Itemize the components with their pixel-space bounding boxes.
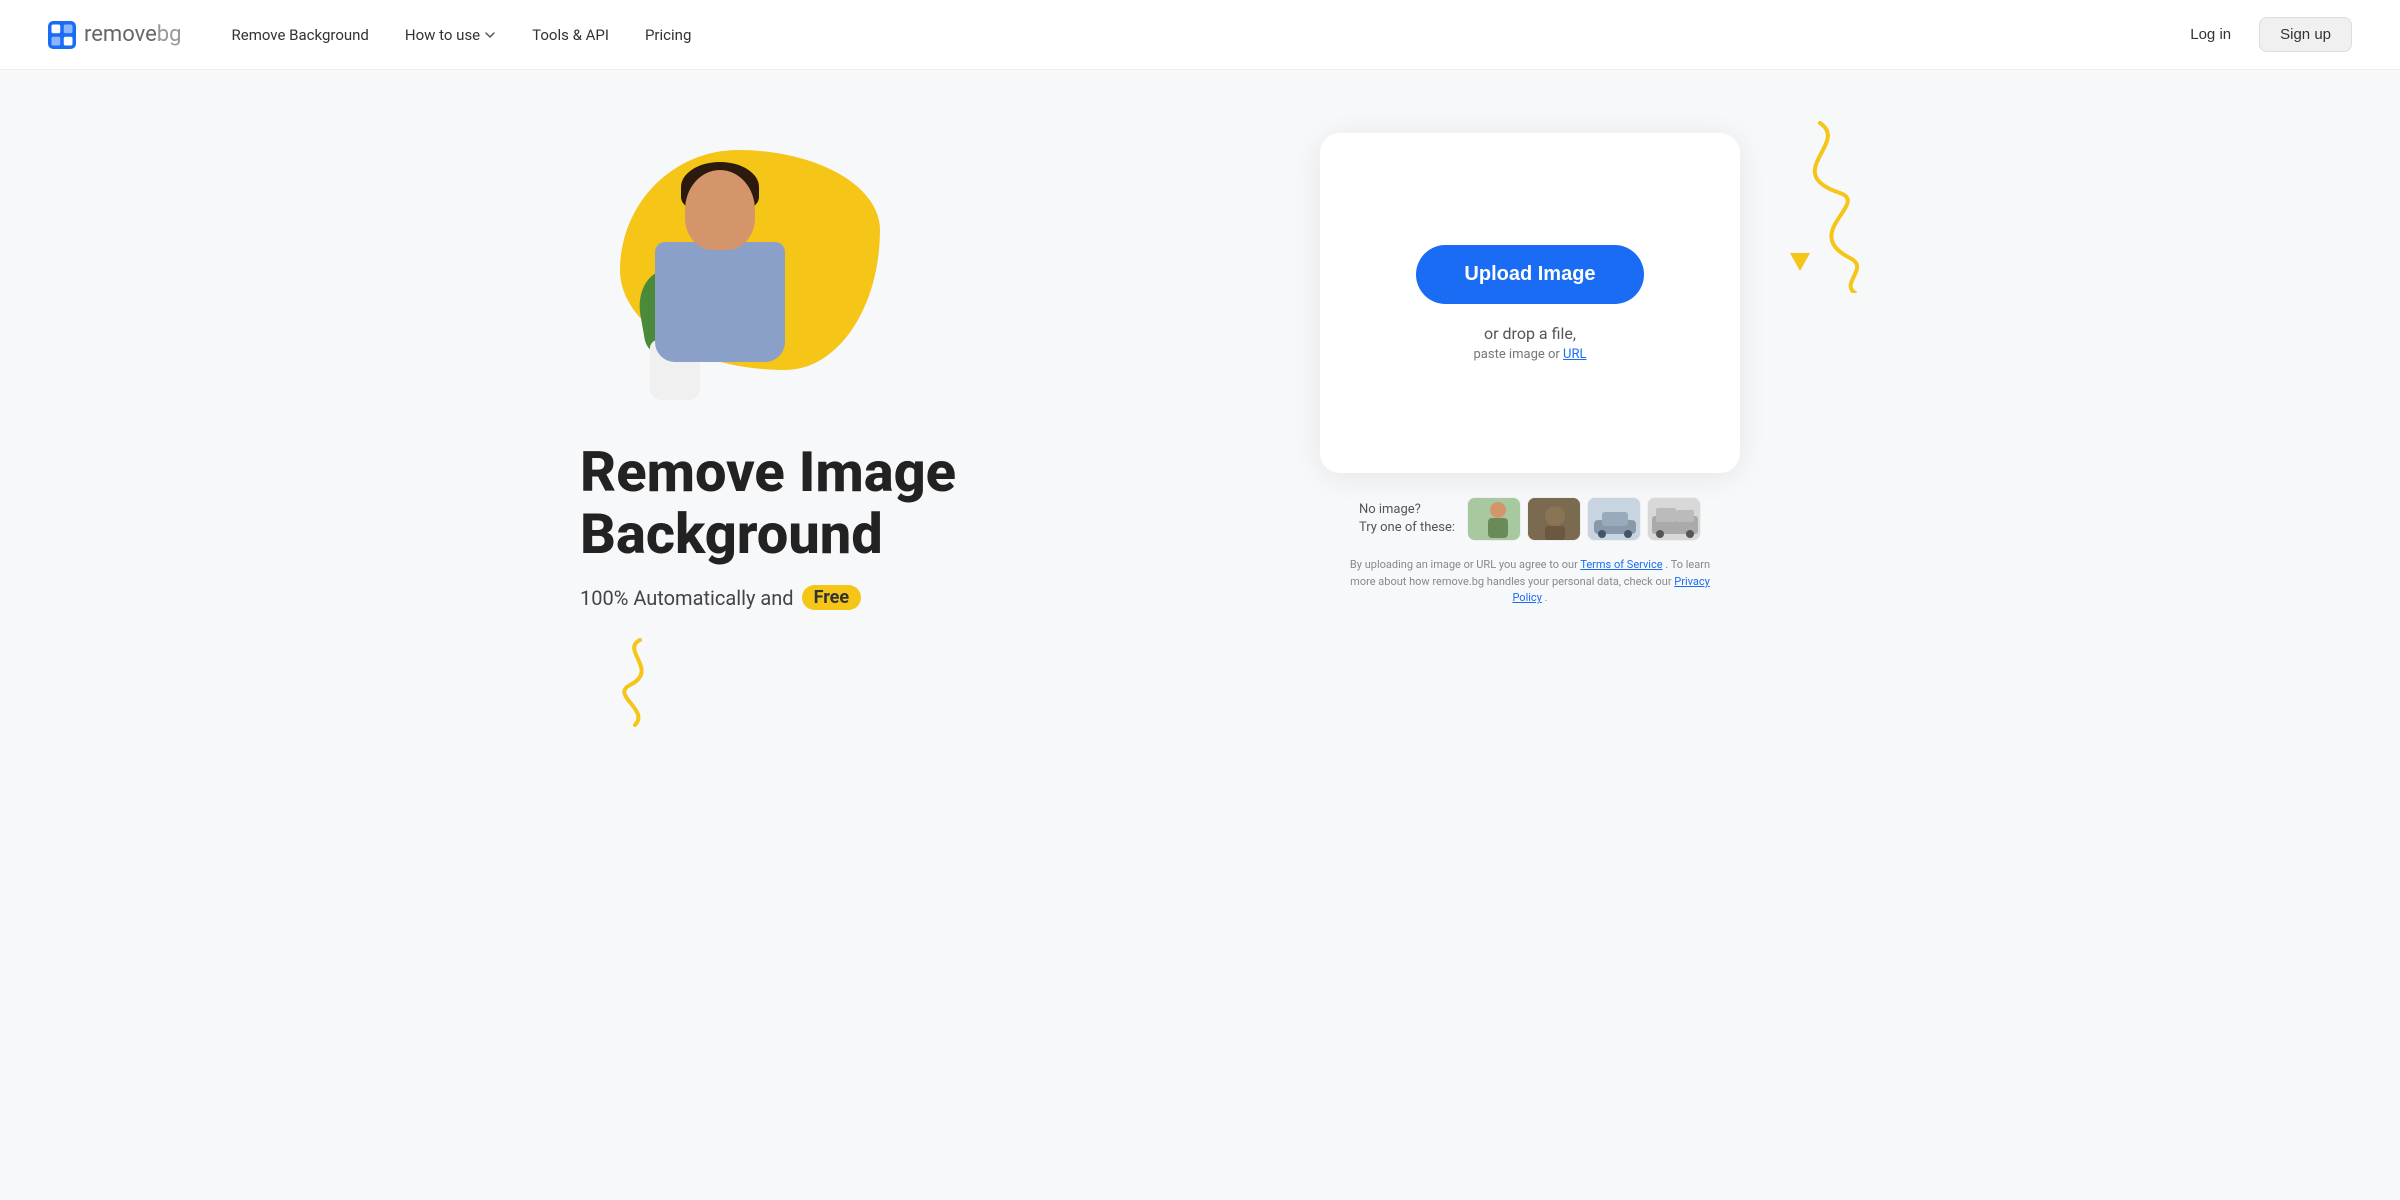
person-shirt (655, 242, 785, 362)
nav-tools-api[interactable]: Tools & API (518, 18, 623, 52)
free-badge: Free (802, 585, 862, 610)
login-button[interactable]: Log in (2174, 18, 2247, 51)
hero-right: Upload Image or drop a file, paste image… (1240, 133, 1820, 607)
logo-link[interactable]: removebg (48, 21, 182, 49)
sample-label: No image? Try one of these: (1359, 501, 1455, 537)
upload-image-button[interactable]: Upload Image (1416, 245, 1643, 304)
navbar: removebg Remove Background How to use To… (0, 0, 2400, 70)
hero-section: Remove Image Background 100% Automatical… (500, 70, 1900, 650)
nav-how-to-use[interactable]: How to use (391, 18, 510, 52)
sample-thumb-person[interactable] (1467, 497, 1521, 541)
nav-links: Remove Background How to use Tools & API… (218, 18, 2175, 52)
person-head (685, 170, 755, 250)
squiggle-bottom-left-icon (600, 630, 680, 730)
sample-thumb-animal[interactable] (1527, 497, 1581, 541)
paste-text: paste image or URL (1473, 347, 1586, 362)
sample-thumb-car[interactable] (1587, 497, 1641, 541)
logo-text: removebg (84, 22, 182, 47)
sample-images-row: No image? Try one of these: (1359, 497, 1701, 541)
nav-remove-background[interactable]: Remove Background (218, 18, 383, 52)
person-illustration (630, 170, 810, 410)
hero-subtitle: 100% Automatically and Free (580, 585, 861, 610)
logo-icon (48, 21, 76, 49)
terms-link[interactable]: Terms of Service (1580, 558, 1662, 571)
hero-illustration (580, 130, 920, 410)
sample-thumbs (1467, 497, 1701, 541)
person-body (630, 170, 810, 410)
hero-left: Remove Image Background 100% Automatical… (580, 130, 1160, 610)
upload-card: Upload Image or drop a file, paste image… (1320, 133, 1740, 473)
drop-text: or drop a file, (1484, 324, 1576, 343)
chevron-down-icon (484, 29, 496, 41)
squiggle-top-right-icon (1760, 113, 1880, 293)
signup-button[interactable]: Sign up (2259, 17, 2352, 52)
url-link[interactable]: URL (1563, 347, 1586, 362)
nav-actions: Log in Sign up (2174, 17, 2352, 52)
hero-title: Remove Image Background (580, 442, 956, 565)
sample-thumb-vehicle[interactable] (1647, 497, 1701, 541)
tos-text: By uploading an image or URL you agree t… (1340, 557, 1720, 607)
nav-pricing[interactable]: Pricing (631, 18, 705, 52)
